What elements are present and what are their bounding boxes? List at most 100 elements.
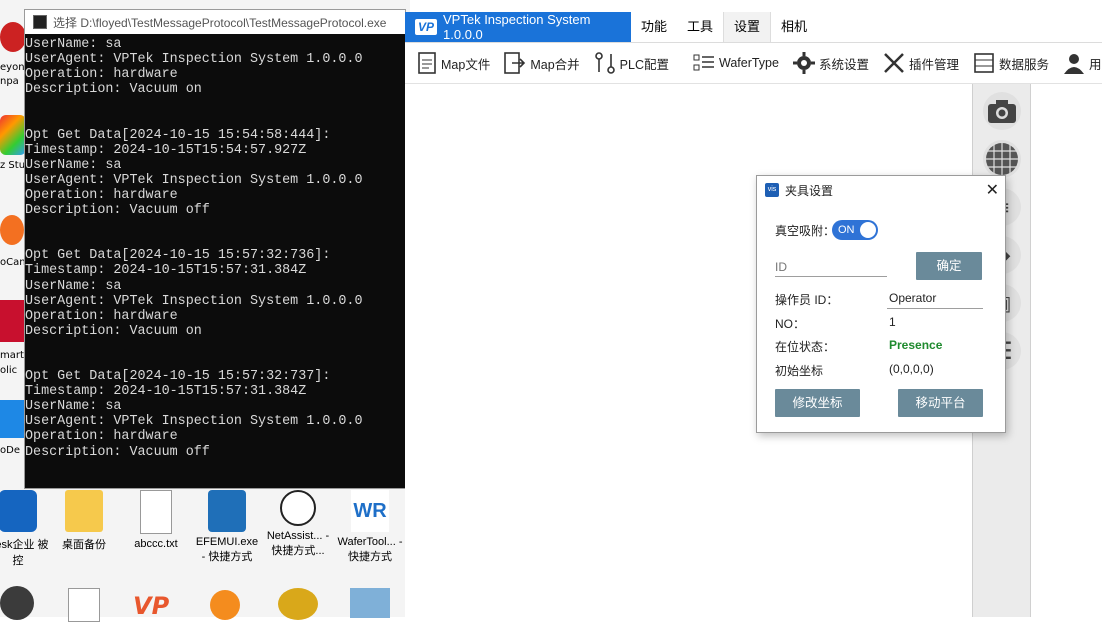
coord-label: 初始坐标	[775, 364, 824, 378]
console-line: Timestamp: 2024-10-15T15:54:57.927Z	[25, 142, 307, 158]
wafer-map-button[interactable]	[983, 140, 1021, 178]
confirm-button[interactable]: 确定	[916, 252, 982, 280]
console-line: UserName: sa	[25, 278, 122, 294]
console-line: UserAgent: VPTek Inspection System 1.0.0…	[25, 293, 363, 309]
menu-settings[interactable]: 设置	[723, 12, 772, 42]
vis-app-icon: vis	[765, 183, 779, 197]
desktop-icon-label: 桌面备份	[62, 539, 106, 551]
toolbar-label: 数据服务	[999, 57, 1050, 72]
modify-coord-button[interactable]: 修改坐标	[775, 389, 860, 417]
desktop-icon-efemui[interactable]: EFEMUI.exe - 快捷方式	[193, 490, 261, 564]
dialog-title: 夹具设置	[785, 183, 834, 198]
toolbar-label: WaferType	[718, 56, 779, 70]
desktop-label-fragment: z Stu	[0, 160, 26, 171]
console-titlebar[interactable]: 选择 D:\floyed\TestMessageProtocol\TestMes…	[25, 10, 405, 34]
text-file-icon	[140, 490, 172, 534]
console-output[interactable]: UserName: sa UserAgent: VPTek Inspection …	[25, 34, 405, 488]
camera-button[interactable]	[983, 92, 1021, 130]
console-line: Operation: hardware	[25, 67, 178, 83]
desktop-label-fragment: eyon	[0, 62, 25, 73]
right-edge-pane	[1030, 84, 1102, 617]
presence-status: Presence	[889, 338, 943, 352]
console-line: UserAgent: VPTek Inspection System 1.0.0…	[25, 172, 363, 188]
menu-camera[interactable]: 相机	[771, 12, 817, 42]
desktop-icon-label: WaferTool... - 快捷方式	[337, 536, 403, 563]
console-window[interactable]: 选择 D:\floyed\TestMessageProtocol\TestMes…	[25, 10, 405, 488]
toolbar-system-settings[interactable]: 系统设置	[792, 52, 869, 74]
map-merge-icon	[504, 52, 526, 74]
desktop-icon-backup-folder[interactable]: 桌面备份	[50, 490, 118, 552]
app-icon-fragment[interactable]	[278, 588, 318, 620]
computer-icon[interactable]	[350, 588, 390, 618]
plc-icon	[594, 52, 615, 74]
console-line: UserName: sa	[25, 399, 122, 415]
folder-icon	[65, 490, 103, 532]
id-input[interactable]	[775, 258, 887, 277]
operator-underline	[887, 308, 983, 309]
toolbar-user-manager[interactable]: 用户管理	[1063, 52, 1102, 74]
console-line: Description: Vacuum on	[25, 82, 202, 98]
console-line: Opt Get Data[2024-10-15 15:54:58:444]:	[25, 127, 331, 143]
app-icon-fragment[interactable]	[0, 215, 24, 245]
desktop-icon-label: EFEMUI.exe - 快捷方式	[195, 536, 259, 563]
toolbar-wafertype[interactable]: WaferType	[693, 53, 779, 73]
document-icon	[418, 52, 436, 74]
app-icon-fragment[interactable]	[210, 590, 240, 620]
toolbar-label: PLC配置	[619, 57, 669, 72]
toolbar-label: Map文件	[441, 57, 491, 72]
toolbar-map-merge[interactable]: Map合并	[504, 52, 580, 74]
toolbar-label: 插件管理	[908, 57, 959, 72]
wafer-grid-icon	[986, 143, 1018, 175]
toolbar-label: Map合并	[530, 57, 580, 72]
settings-toolbar: Map文件 Map合并 PLC配置 WaferType 系统设置 插件管理 数据…	[405, 43, 1102, 84]
desktop-icon-wafertool[interactable]: WR WaferTool... - 快捷方式	[336, 490, 404, 564]
presence-label: 在位状态：	[775, 340, 836, 354]
data-service-icon	[974, 53, 994, 73]
dialog-titlebar[interactable]: vis 夹具设置	[757, 176, 1005, 204]
move-platform-button[interactable]: 移动平台	[898, 389, 983, 417]
tools-icon	[884, 53, 904, 73]
close-icon[interactable]: ✕	[986, 180, 999, 200]
toolbar-plc-config[interactable]: PLC配置	[594, 52, 669, 74]
menu-tools[interactable]: 工具	[677, 12, 723, 42]
console-line: Description: Vacuum off	[25, 444, 210, 460]
desktop-label-fragment: oDe	[0, 445, 20, 456]
desktop-icon-textfile[interactable]: abccc.txt	[122, 490, 190, 550]
operator-value[interactable]: Operator	[889, 291, 936, 305]
menu-function[interactable]: 功能	[631, 12, 677, 42]
console-line: Description: Vacuum off	[25, 203, 210, 219]
vptek-shortcut-icon[interactable]: VP	[133, 592, 179, 620]
coord-value: (0,0,0,0)	[889, 362, 934, 376]
console-title: 选择 D:\floyed\TestMessageProtocol\TestMes…	[53, 15, 387, 30]
app-icon-fragment[interactable]	[0, 300, 26, 342]
toggle-knob	[860, 222, 876, 238]
fixture-settings-dialog[interactable]: vis 夹具设置 ✕ 真空吸附： ON 确定 操作员 ID： Operator …	[756, 175, 1006, 433]
vptek-logo-icon: VP	[415, 19, 438, 35]
console-line: Description: Vacuum on	[25, 323, 202, 339]
app-icon-fragment[interactable]	[0, 115, 26, 155]
desktop-icon-netassist[interactable]: NetAssist... - 快捷方式...	[264, 490, 332, 558]
operator-label: 操作员 ID：	[775, 293, 839, 307]
console-line: Operation: hardware	[25, 187, 178, 203]
app-icon-fragment[interactable]	[0, 586, 34, 620]
console-line: UserAgent: VPTek Inspection System 1.0.0…	[25, 414, 363, 430]
app-title: VPTek Inspection System 1.0.0.0	[443, 12, 591, 42]
toolbar-plugin-manager[interactable]: 插件管理	[883, 52, 959, 74]
console-line: Opt Get Data[2024-10-15 15:57:32:736]:	[25, 248, 331, 264]
app-icon-fragment[interactable]	[0, 400, 26, 438]
vacuum-toggle[interactable]: ON	[832, 220, 878, 240]
vacuum-label: 真空吸附：	[775, 224, 836, 238]
toolbar-map-file[interactable]: Map文件	[417, 52, 490, 74]
app-menubar: VP VPTek Inspection System 1.0.0.0 功能 工具…	[405, 12, 1102, 43]
desktop-icon-label: abccc.txt	[134, 538, 178, 550]
main-menu: 功能 工具 设置 相机	[631, 12, 817, 42]
desktop-icon-todesk[interactable]: Desk企业 被控	[0, 490, 52, 568]
console-line: UserAgent: VPTek Inspection System 1.0.0…	[25, 52, 363, 68]
app-icon-fragment[interactable]	[0, 22, 26, 52]
todesk-icon	[0, 490, 37, 532]
wafertool-icon: WR	[351, 490, 389, 532]
toolbar-data-service[interactable]: 数据服务	[973, 52, 1049, 74]
